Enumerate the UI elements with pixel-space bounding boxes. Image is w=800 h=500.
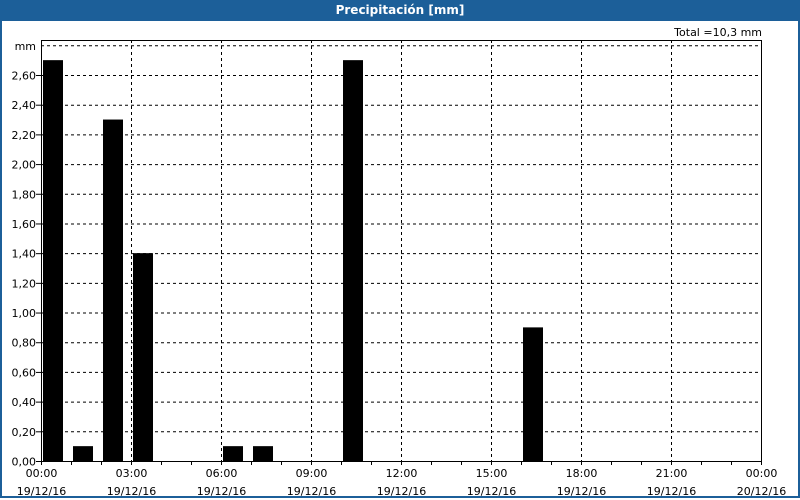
x-tick-date-label: 19/12/16 (557, 485, 606, 498)
precipitation-bar (253, 446, 273, 461)
y-tick-label: 0,20 (12, 426, 37, 439)
x-tick-time-label: 00:00 (26, 467, 58, 480)
x-tick-date-label: 19/12/16 (107, 485, 156, 498)
x-tick-date-label: 19/12/16 (377, 485, 426, 498)
precipitation-bar (523, 327, 543, 461)
precipitation-bar (103, 119, 123, 462)
precipitation-bar (343, 60, 363, 462)
y-tick-label: 1,80 (12, 188, 37, 201)
x-tick-date-label: 19/12/16 (647, 485, 696, 498)
x-tick-date-label: 19/12/16 (197, 485, 246, 498)
x-tick-time-label: 03:00 (116, 467, 148, 480)
y-tick-label: 2,00 (12, 159, 37, 172)
total-label: Total =10,3 mm (673, 26, 762, 39)
x-tick-time-label: 21:00 (656, 467, 688, 480)
y-tick-label: 0,80 (12, 337, 37, 350)
y-tick-label: 1,60 (12, 218, 37, 231)
y-tick-label: 1,20 (12, 277, 37, 290)
precipitation-bar (73, 446, 93, 461)
precipitation-bar (223, 446, 243, 461)
y-tick-label: 1,00 (12, 307, 37, 320)
y-axis-unit-label: mm (15, 40, 36, 53)
x-tick-date-label: 19/12/16 (17, 485, 66, 498)
x-tick-time-label: 06:00 (206, 467, 238, 480)
y-tick-label: 2,20 (12, 129, 37, 142)
x-tick-time-label: 18:00 (566, 467, 598, 480)
x-tick-time-label: 00:00 (746, 467, 778, 480)
y-tick-label: 2,60 (12, 70, 37, 83)
precipitation-bar (43, 60, 63, 462)
y-tick-label: 0,40 (12, 396, 37, 409)
y-tick-label: 0,60 (12, 366, 37, 379)
precipitation-chart: Total =10,3 mm 0,000,200,400,600,801,001… (12, 26, 787, 498)
y-tick-label: 1,40 (12, 248, 37, 261)
x-tick-date-label: 20/12/16 (737, 485, 786, 498)
y-tick-label: 2,40 (12, 99, 37, 112)
x-tick-time-label: 12:00 (386, 467, 418, 480)
x-tick-time-label: 09:00 (296, 467, 328, 480)
precipitation-bar (133, 253, 153, 461)
x-tick-date-label: 19/12/16 (287, 485, 336, 498)
x-tick-date-label: 19/12/16 (467, 485, 516, 498)
x-tick-time-label: 15:00 (476, 467, 508, 480)
